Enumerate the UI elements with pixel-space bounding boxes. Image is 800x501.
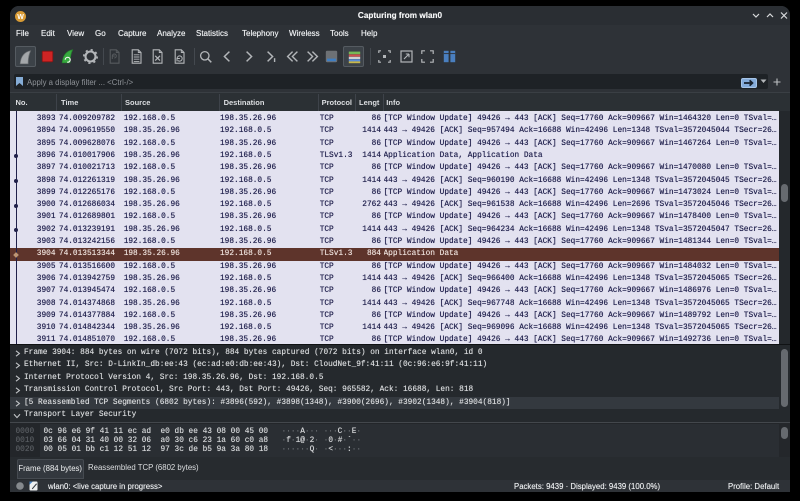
svg-text:W: W [17,14,24,21]
